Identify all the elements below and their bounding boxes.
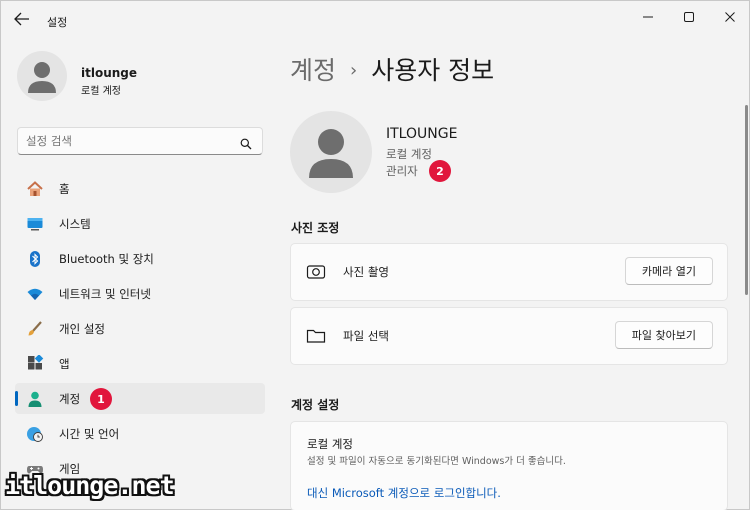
- sidebar-item-label: 홈: [59, 181, 70, 196]
- back-arrow-icon[interactable]: [13, 11, 31, 27]
- sidebar-item-accounts[interactable]: 계정 1: [15, 383, 265, 414]
- take-photo-row: 사진 촬영 카메라 열기: [291, 244, 727, 300]
- breadcrumb-separator: ›: [350, 60, 358, 81]
- sidebar-item-network[interactable]: 네트워크 및 인터넷: [15, 278, 265, 309]
- local-account-card: 로컬 계정 설정 및 파일이 자동으로 동기화된다면 Windows가 더 좋습…: [290, 421, 728, 510]
- active-indicator: [15, 391, 18, 406]
- account-icon: [25, 389, 45, 409]
- choose-file-row: 파일 선택 파일 찾아보기: [291, 308, 727, 364]
- sidebar-nav: 홈 시스템 Bluetooth 및 장치 네트워크 및 인터넷 개인 설정 앱 …: [15, 173, 265, 488]
- choose-file-card: 파일 선택 파일 찾아보기: [290, 307, 728, 365]
- sidebar-item-home[interactable]: 홈: [15, 173, 265, 204]
- sidebar-item-label: 계정: [59, 391, 81, 406]
- sidebar-item-system[interactable]: 시스템: [15, 208, 265, 239]
- breadcrumb-parent[interactable]: 계정: [290, 56, 336, 85]
- user-name: ITLOUNGE: [386, 126, 458, 142]
- page-title: 사용자 정보: [371, 56, 495, 85]
- brush-icon: [25, 319, 45, 339]
- maximize-button[interactable]: [674, 7, 704, 27]
- bluetooth-icon: [25, 249, 45, 269]
- sidebar-item-label: 앱: [59, 356, 70, 371]
- close-button[interactable]: [715, 7, 745, 27]
- profile-name: itlounge: [81, 66, 138, 80]
- account-section-title: 계정 설정: [291, 398, 340, 412]
- take-photo-label: 사진 촬영: [343, 265, 389, 279]
- photo-section-title: 사진 조정: [291, 221, 340, 235]
- settings-window: 설정 itlounge 로컬 계정 설정 검색 홈 시스템 Bluetooth …: [0, 0, 750, 510]
- avatar: [17, 51, 67, 101]
- search-icon[interactable]: [240, 135, 252, 150]
- search-input[interactable]: [18, 128, 238, 154]
- app-title: 설정: [47, 16, 68, 29]
- sidebar-item-personalization[interactable]: 개인 설정: [15, 313, 265, 344]
- sidebar-item-label: Bluetooth 및 장치: [59, 251, 154, 266]
- sidebar-item-bluetooth[interactable]: Bluetooth 및 장치: [15, 243, 265, 274]
- sidebar-item-label: 시간 및 언어: [59, 426, 120, 441]
- sidebar-item-label: 시스템: [59, 216, 91, 231]
- browse-files-button[interactable]: 파일 찾아보기: [614, 321, 713, 349]
- local-account-title: 로컬 계정: [307, 437, 353, 451]
- sidebar-item-apps[interactable]: 앱: [15, 348, 265, 379]
- step-badge-2: 2: [429, 160, 451, 182]
- scrollbar-thumb[interactable]: [745, 105, 748, 295]
- user-avatar: [290, 111, 372, 193]
- user-role: 관리자: [386, 164, 418, 178]
- user-account-type: 로컬 계정: [386, 147, 432, 161]
- sidebar-item-label: 개인 설정: [59, 321, 105, 336]
- minimize-button[interactable]: [633, 7, 663, 27]
- open-camera-button[interactable]: 카메라 열기: [624, 257, 713, 285]
- sidebar-item-time-language[interactable]: 시간 및 언어: [15, 418, 265, 449]
- choose-file-label: 파일 선택: [343, 329, 389, 343]
- apps-icon: [25, 354, 45, 374]
- wifi-icon: [25, 284, 45, 304]
- step-badge-1: 1: [90, 388, 112, 410]
- microsoft-signin-link[interactable]: 대신 Microsoft 계정으로 로그인합니다.: [307, 485, 501, 501]
- site-watermark: itlounge.net: [5, 471, 175, 500]
- folder-icon: [306, 327, 326, 345]
- breadcrumb: 계정 › 사용자 정보: [290, 51, 494, 87]
- clock-globe-icon: [25, 424, 45, 444]
- camera-icon: [306, 263, 326, 281]
- home-icon: [25, 179, 45, 199]
- search-box[interactable]: [17, 127, 263, 155]
- profile-account-type: 로컬 계정: [81, 86, 121, 97]
- take-photo-card: 사진 촬영 카메라 열기: [290, 243, 728, 301]
- sidebar-item-label: 네트워크 및 인터넷: [59, 286, 151, 301]
- title-bar: 설정: [1, 1, 750, 37]
- local-account-description: 설정 및 파일이 자동으로 동기화된다면 Windows가 더 좋습니다.: [307, 456, 566, 467]
- system-icon: [25, 214, 45, 234]
